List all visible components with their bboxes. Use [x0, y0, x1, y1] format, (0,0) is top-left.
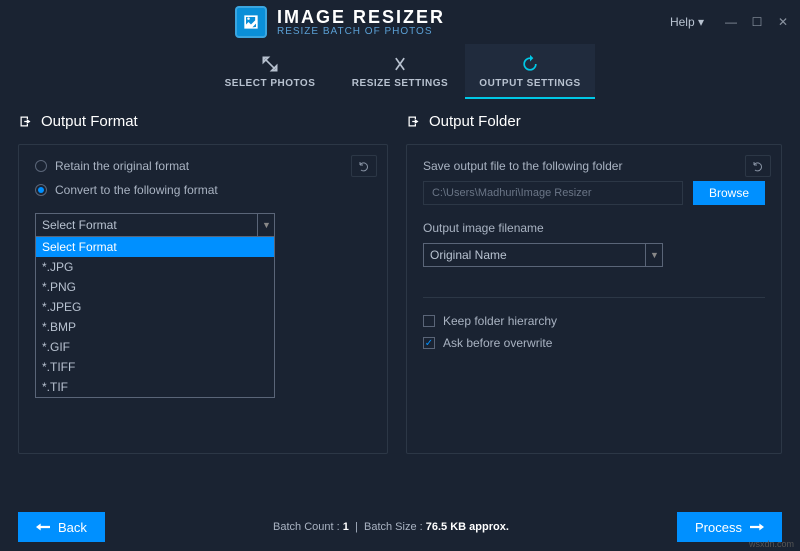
filename-select[interactable]: Original Name ▼ [423, 243, 663, 267]
output-folder-panel: Output Folder Save output file to the fo… [406, 113, 782, 454]
radio-label: Convert to the following format [55, 183, 218, 197]
minimize-button[interactable]: — [724, 15, 738, 29]
footer-bar: Back Batch Count : 1 | Batch Size : 76.5… [0, 503, 800, 551]
batch-status: Batch Count : 1 | Batch Size : 76.5 KB a… [273, 521, 509, 533]
expand-icon [260, 54, 280, 74]
checkbox-icon: ✓ [423, 337, 435, 349]
tab-label: OUTPUT SETTINGS [479, 78, 580, 89]
close-button[interactable]: ✕ [776, 15, 790, 29]
tab-resize-settings[interactable]: RESIZE SETTINGS [335, 44, 465, 99]
save-location-label: Save output file to the following folder [423, 159, 765, 173]
format-select[interactable]: Select Format ▼ Select Format *.JPG *.PN… [35, 213, 275, 237]
help-menu[interactable]: Help ▾ [670, 15, 704, 29]
output-path-input[interactable] [423, 181, 683, 205]
app-title: IMAGE RESIZER [277, 8, 445, 26]
titlebar-center: IMAGE RESIZER RESIZE BATCH OF PHOTOS [10, 6, 670, 38]
process-button[interactable]: Process [677, 512, 782, 542]
titlebar-title-block: IMAGE RESIZER RESIZE BATCH OF PHOTOS [277, 8, 445, 37]
dropdown-item[interactable]: *.TIFF [36, 357, 274, 377]
reset-format-button[interactable] [351, 155, 377, 177]
step-tabs: SELECT PHOTOS RESIZE SETTINGS OUTPUT SET… [0, 44, 800, 99]
image-icon [241, 12, 261, 32]
checkbox-icon [423, 315, 435, 327]
radio-icon [35, 184, 47, 196]
tab-output-settings[interactable]: OUTPUT SETTINGS [465, 44, 595, 99]
radio-icon [35, 160, 47, 172]
arrow-right-icon [750, 522, 764, 532]
dropdown-item[interactable]: *.TIF [36, 377, 274, 397]
dropdown-item[interactable]: *.BMP [36, 317, 274, 337]
dropdown-item[interactable]: *.PNG [36, 277, 274, 297]
checkbox-label: Keep folder hierarchy [443, 314, 557, 328]
refresh-icon [520, 54, 540, 74]
undo-icon [752, 160, 764, 172]
resize-icon [390, 54, 410, 74]
radio-label: Retain the original format [55, 159, 189, 173]
filename-label: Output image filename [423, 221, 765, 235]
tab-select-photos[interactable]: SELECT PHOTOS [205, 44, 335, 99]
watermark: wsxdn.com [749, 539, 794, 549]
back-button[interactable]: Back [18, 512, 105, 542]
dropdown-item[interactable]: *.GIF [36, 337, 274, 357]
dropdown-item[interactable]: *.JPEG [36, 297, 274, 317]
dropdown-item[interactable]: *.JPG [36, 257, 274, 277]
tab-label: SELECT PHOTOS [225, 78, 316, 89]
content-area: Output Format Retain the original format… [0, 99, 800, 464]
radio-retain-original[interactable]: Retain the original format [35, 159, 371, 173]
chevron-down-icon: ▼ [257, 213, 275, 237]
checkbox-label: Ask before overwrite [443, 336, 552, 350]
separator [423, 297, 765, 298]
select-value: Original Name [430, 248, 507, 262]
titlebar: IMAGE RESIZER RESIZE BATCH OF PHOTOS Hel… [0, 0, 800, 44]
keep-hierarchy-checkbox[interactable]: Keep folder hierarchy [423, 314, 765, 328]
chevron-down-icon: ▼ [645, 243, 663, 267]
arrow-left-icon [36, 522, 50, 532]
dropdown-item[interactable]: Select Format [36, 237, 274, 257]
reset-folder-button[interactable] [745, 155, 771, 177]
select-value: Select Format [42, 218, 117, 232]
panel-title: Output Folder [429, 113, 521, 130]
tab-label: RESIZE SETTINGS [352, 78, 448, 89]
browse-button[interactable]: Browse [693, 181, 765, 205]
app-subtitle: RESIZE BATCH OF PHOTOS [277, 26, 445, 37]
maximize-button[interactable]: ☐ [750, 15, 764, 29]
output-format-panel: Output Format Retain the original format… [18, 113, 388, 454]
app-logo [235, 6, 267, 38]
undo-icon [358, 160, 370, 172]
format-dropdown: Select Format *.JPG *.PNG *.JPEG *.BMP *… [35, 237, 275, 398]
export-icon [18, 114, 33, 129]
panel-title: Output Format [41, 113, 138, 130]
folder-export-icon [406, 114, 421, 129]
radio-convert-format[interactable]: Convert to the following format [35, 183, 371, 197]
ask-overwrite-checkbox[interactable]: ✓ Ask before overwrite [423, 336, 765, 350]
